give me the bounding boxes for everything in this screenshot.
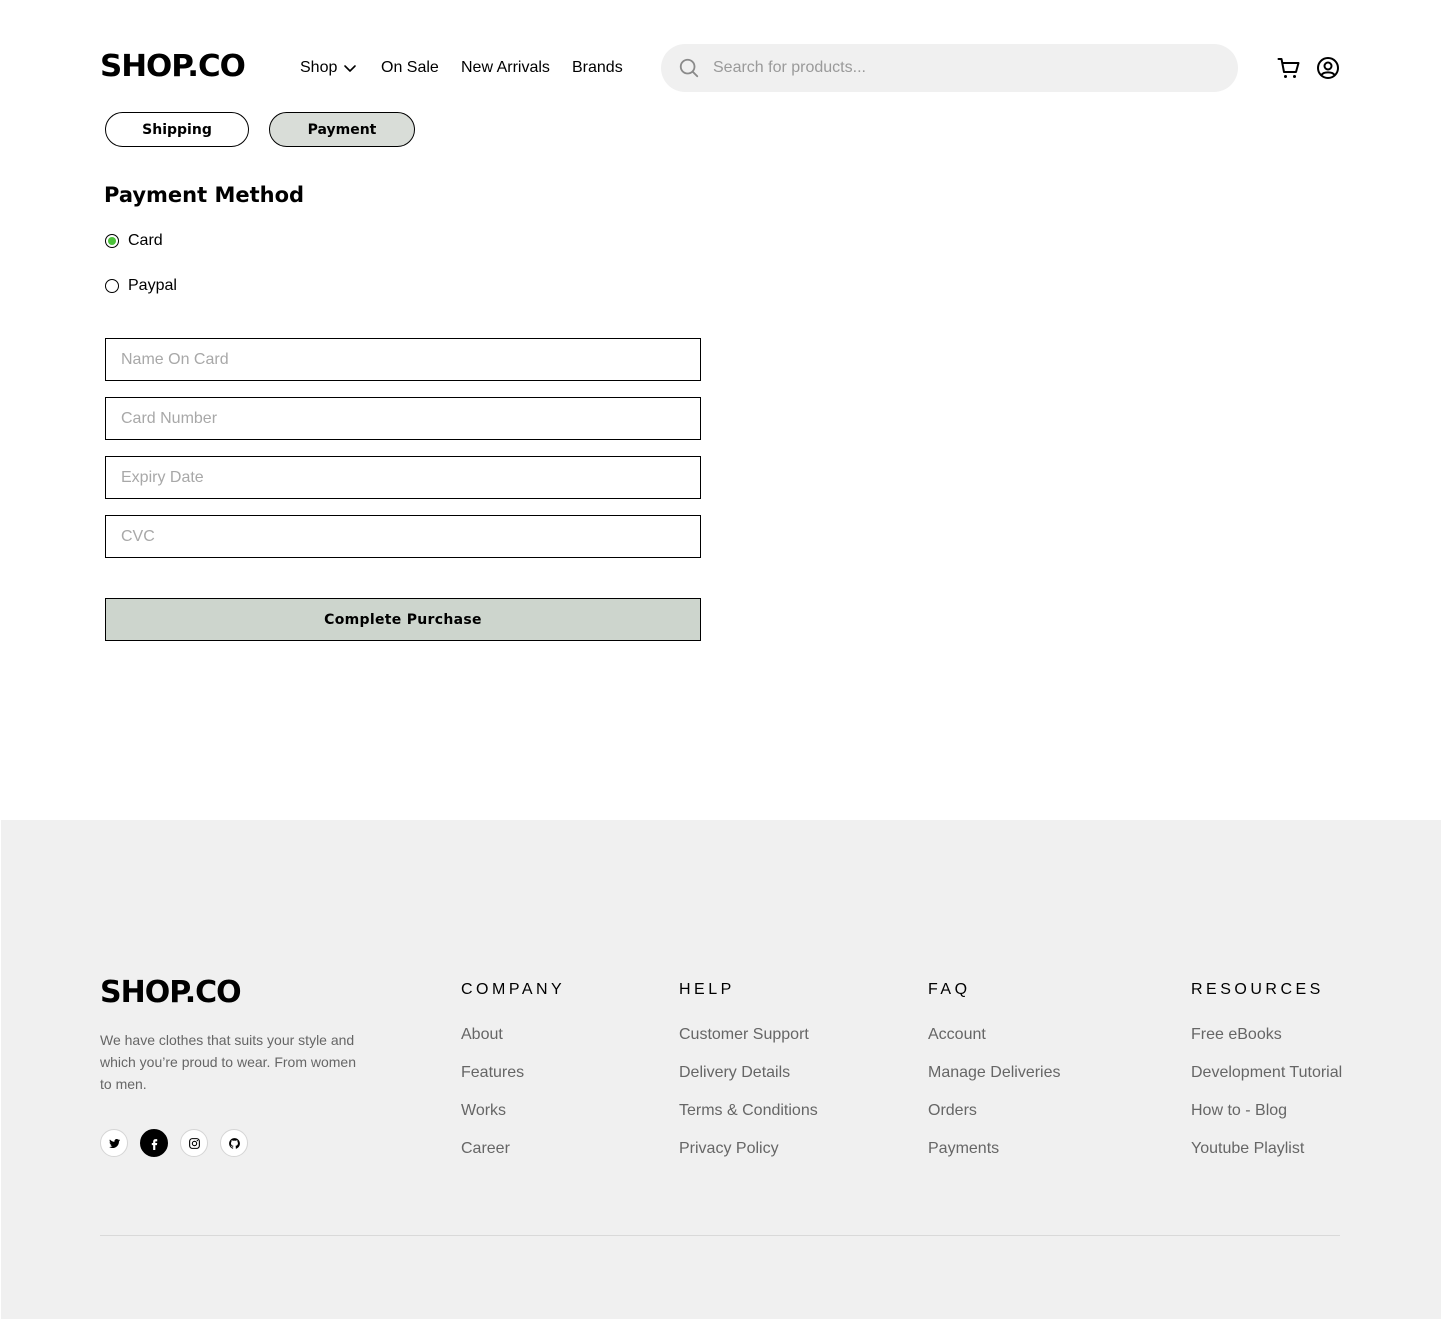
user-icon[interactable] (1316, 56, 1340, 80)
site-logo[interactable]: SHOP.CO (100, 50, 246, 84)
card-number-field[interactable] (105, 397, 701, 440)
radio-card-label: Card (128, 232, 163, 249)
footer-logo[interactable]: SHOP.CO (100, 976, 242, 1010)
footer-link-terms[interactable]: Terms & Conditions (679, 1101, 818, 1121)
chevron-down-icon (344, 65, 357, 72)
site-footer: SHOP.CO We have clothes that suits your … (1, 820, 1441, 1319)
nav-shop[interactable]: Shop (300, 58, 357, 78)
footer-column-faq: FAQ Account Manage Deliveries Orders Pay… (928, 980, 1061, 1177)
github-icon[interactable] (220, 1129, 248, 1157)
radio-card[interactable] (105, 234, 119, 248)
footer-column-resources: RESOURCES Free eBooks Development Tutori… (1191, 980, 1342, 1177)
footer-link-youtube-playlist[interactable]: Youtube Playlist (1191, 1139, 1342, 1159)
cvc-field[interactable] (105, 515, 701, 558)
footer-link-payments[interactable]: Payments (928, 1139, 1061, 1159)
footer-column-help: HELP Customer Support Delivery Details T… (679, 980, 818, 1177)
footer-link-orders[interactable]: Orders (928, 1101, 1061, 1121)
footer-link-works[interactable]: Works (461, 1101, 565, 1121)
step-shipping[interactable]: Shipping (105, 112, 249, 147)
footer-column-company: COMPANY About Features Works Career (461, 980, 565, 1177)
footer-link-development-tutorial[interactable]: Development Tutorial (1191, 1063, 1342, 1083)
twitter-icon[interactable] (100, 1129, 128, 1157)
nav-new-arrivals[interactable]: New Arrivals (461, 58, 550, 78)
name-on-card-field[interactable] (105, 338, 701, 381)
instagram-icon[interactable] (180, 1129, 208, 1157)
footer-column-title: FAQ (928, 981, 971, 998)
footer-description: We have clothes that suits your style an… (100, 1032, 356, 1092)
search-input[interactable] (713, 59, 1193, 77)
radio-option-card[interactable]: Card (105, 232, 163, 250)
social-links (100, 1129, 248, 1157)
site-header: SHOP.CO Shop On Sale New Arrivals Brands (0, 0, 1441, 112)
footer-link-career[interactable]: Career (461, 1139, 565, 1159)
complete-purchase-button[interactable]: Complete Purchase (105, 598, 701, 641)
search-icon (679, 58, 699, 78)
nav-on-sale[interactable]: On Sale (381, 58, 439, 78)
nav-shop-label: Shop (300, 59, 338, 76)
footer-link-features[interactable]: Features (461, 1063, 565, 1083)
footer-link-how-to-blog[interactable]: How to - Blog (1191, 1101, 1342, 1121)
footer-link-manage-deliveries[interactable]: Manage Deliveries (928, 1063, 1061, 1083)
payment-method-title: Payment Method (104, 183, 305, 207)
radio-paypal[interactable] (105, 279, 119, 293)
step-payment[interactable]: Payment (269, 112, 415, 147)
nav-brands[interactable]: Brands (572, 58, 623, 78)
radio-paypal-label: Paypal (128, 277, 177, 294)
footer-column-title: COMPANY (461, 981, 566, 998)
expiry-date-field[interactable] (105, 456, 701, 499)
cart-icon[interactable] (1277, 56, 1301, 80)
footer-column-title: RESOURCES (1191, 981, 1324, 998)
footer-link-privacy[interactable]: Privacy Policy (679, 1139, 818, 1159)
footer-link-free-ebooks[interactable]: Free eBooks (1191, 1025, 1342, 1045)
footer-link-customer-support[interactable]: Customer Support (679, 1025, 818, 1045)
search-bar (661, 44, 1238, 92)
footer-column-title: HELP (679, 981, 735, 998)
facebook-icon[interactable] (140, 1129, 168, 1157)
footer-divider (100, 1235, 1340, 1236)
footer-link-delivery-details[interactable]: Delivery Details (679, 1063, 818, 1083)
radio-option-paypal[interactable]: Paypal (105, 277, 177, 295)
footer-link-about[interactable]: About (461, 1025, 565, 1045)
footer-link-account[interactable]: Account (928, 1025, 1061, 1045)
